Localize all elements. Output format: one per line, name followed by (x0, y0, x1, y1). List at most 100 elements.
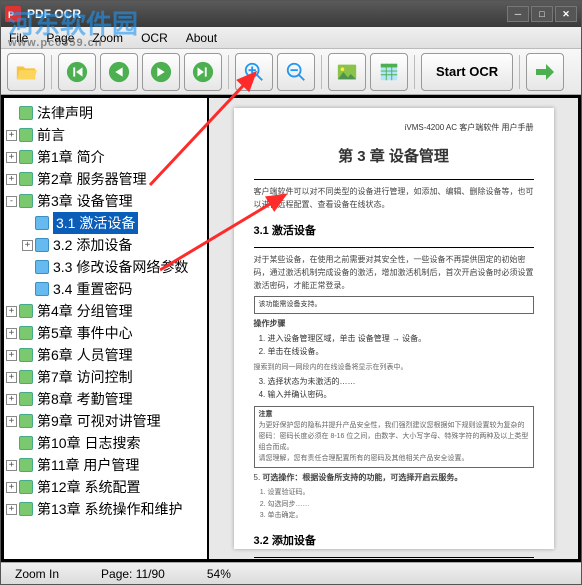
tree-label[interactable]: 第3章 设备管理 (37, 190, 133, 212)
go-arrow-button[interactable] (526, 53, 564, 91)
start-ocr-button[interactable]: Start OCR (421, 53, 513, 91)
tree-node[interactable]: 第10章 日志搜索 (6, 432, 205, 454)
expand-toggle[interactable]: + (6, 306, 17, 317)
tree-label[interactable]: 3.2 添加设备 (53, 234, 132, 256)
tree-node[interactable]: 法律声明 (6, 102, 205, 124)
tree-label[interactable]: 第9章 可视对讲管理 (37, 410, 161, 432)
expand-toggle[interactable] (6, 108, 17, 119)
zoom-in-button[interactable] (235, 53, 273, 91)
next-page-button[interactable] (142, 53, 180, 91)
page-icon (19, 128, 33, 142)
tree-label[interactable]: 3.3 修改设备网络参数 (53, 256, 188, 278)
page-icon (19, 414, 33, 428)
tree-label[interactable]: 第6章 人员管理 (37, 344, 133, 366)
titlebar: P PDF OCR ─ □ ✕ (1, 1, 581, 27)
page-icon (19, 392, 33, 406)
tree-label[interactable]: 第1章 简介 (37, 146, 105, 168)
page-icon (19, 326, 33, 340)
expand-toggle[interactable]: - (6, 196, 17, 207)
tree-label[interactable]: 第10章 日志搜索 (37, 432, 140, 454)
page-icon (19, 458, 33, 472)
page-preview[interactable]: iVMS-4200 AC 客户端软件 用户手册 第 3 章 设备管理 客户端软件… (209, 98, 578, 559)
image-button[interactable] (328, 53, 366, 91)
expand-toggle[interactable]: + (6, 372, 17, 383)
expand-toggle[interactable]: + (6, 152, 17, 163)
tree-node[interactable]: + 第12章 系统配置 (6, 476, 205, 498)
expand-toggle[interactable]: + (6, 416, 17, 427)
tree-label[interactable]: 第4章 分组管理 (37, 300, 133, 322)
tree-label[interactable]: 前言 (37, 124, 65, 146)
expand-toggle[interactable]: + (6, 482, 17, 493)
last-page-button[interactable] (184, 53, 222, 91)
app-icon: P (5, 6, 21, 22)
maximize-button[interactable]: □ (531, 6, 553, 22)
tree-label[interactable]: 法律声明 (37, 102, 93, 124)
tree-node[interactable]: + 第7章 访问控制 (6, 366, 205, 388)
menu-ocr[interactable]: OCR (141, 31, 168, 45)
tree-node[interactable]: 3.4 重置密码 (22, 278, 205, 300)
page-icon (19, 370, 33, 384)
menu-page[interactable]: Page (46, 31, 74, 45)
tree-node[interactable]: + 第6章 人员管理 (6, 344, 205, 366)
close-button[interactable]: ✕ (555, 6, 577, 22)
expand-toggle[interactable]: + (6, 174, 17, 185)
menu-zoom[interactable]: Zoom (92, 31, 123, 45)
expand-toggle[interactable]: + (6, 328, 17, 339)
export-button[interactable] (370, 53, 408, 91)
expand-toggle[interactable] (22, 284, 33, 295)
tree-node[interactable]: + 第1章 简介 (6, 146, 205, 168)
outline-tree[interactable]: 法律声明 + 前言 + 第1章 简介 + 第2章 服务器管理 - 第3章 设备管理3.1 激活设… (4, 98, 209, 559)
status-hint: Zoom In (9, 567, 65, 581)
expand-toggle[interactable]: + (22, 240, 33, 251)
expand-toggle[interactable]: + (6, 460, 17, 471)
tree-node[interactable]: + 第11章 用户管理 (6, 454, 205, 476)
tree-node[interactable]: +3.2 添加设备 (22, 234, 205, 256)
expand-toggle[interactable] (6, 438, 17, 449)
tree-node[interactable]: 3.3 修改设备网络参数 (22, 256, 205, 278)
page-icon (35, 216, 49, 230)
tree-node[interactable]: + 第2章 服务器管理 (6, 168, 205, 190)
tree-node[interactable]: + 第8章 考勤管理 (6, 388, 205, 410)
first-page-button[interactable] (58, 53, 96, 91)
tree-label[interactable]: 第5章 事件中心 (37, 322, 133, 344)
minimize-button[interactable]: ─ (507, 6, 529, 22)
tree-label[interactable]: 3.4 重置密码 (53, 278, 132, 300)
tree-node[interactable]: + 第9章 可视对讲管理 (6, 410, 205, 432)
tree-node[interactable]: 3.1 激活设备 (22, 212, 205, 234)
tree-label[interactable]: 第11章 用户管理 (37, 454, 139, 476)
page-icon (19, 436, 33, 450)
page-icon (19, 194, 33, 208)
page-title: 第 3 章 设备管理 (254, 145, 534, 169)
expand-toggle[interactable]: + (6, 394, 17, 405)
page-icon (35, 238, 49, 252)
tree-label[interactable]: 第2章 服务器管理 (37, 168, 147, 190)
tree-label[interactable]: 第7章 访问控制 (37, 366, 133, 388)
svg-text:P: P (8, 10, 14, 20)
tree-label[interactable]: 3.1 激活设备 (53, 212, 138, 234)
page-icon (19, 150, 33, 164)
expand-toggle[interactable] (22, 218, 33, 229)
page-icon (19, 348, 33, 362)
page-icon (19, 480, 33, 494)
expand-toggle[interactable]: + (6, 504, 17, 515)
tree-label[interactable]: 第13章 系统操作和维护 (37, 498, 182, 520)
expand-toggle[interactable]: + (6, 130, 17, 141)
tree-label[interactable]: 第8章 考勤管理 (37, 388, 133, 410)
statusbar: Zoom In Page: 11/90 54% (1, 562, 581, 584)
tree-node[interactable]: + 第5章 事件中心 (6, 322, 205, 344)
tree-node[interactable]: + 第13章 系统操作和维护 (6, 498, 205, 520)
page-icon (19, 502, 33, 516)
menu-about[interactable]: About (186, 31, 217, 45)
open-button[interactable] (7, 53, 45, 91)
toolbar: Start OCR (1, 49, 581, 95)
tree-node[interactable]: - 第3章 设备管理 (6, 190, 205, 212)
tree-label[interactable]: 第12章 系统配置 (37, 476, 140, 498)
tree-node[interactable]: + 前言 (6, 124, 205, 146)
tree-node[interactable]: + 第4章 分组管理 (6, 300, 205, 322)
expand-toggle[interactable]: + (6, 350, 17, 361)
prev-page-button[interactable] (100, 53, 138, 91)
zoom-out-button[interactable] (277, 53, 315, 91)
page-content: iVMS-4200 AC 客户端软件 用户手册 第 3 章 设备管理 客户端软件… (234, 108, 554, 549)
expand-toggle[interactable] (22, 262, 33, 273)
menu-file[interactable]: File (9, 31, 28, 45)
